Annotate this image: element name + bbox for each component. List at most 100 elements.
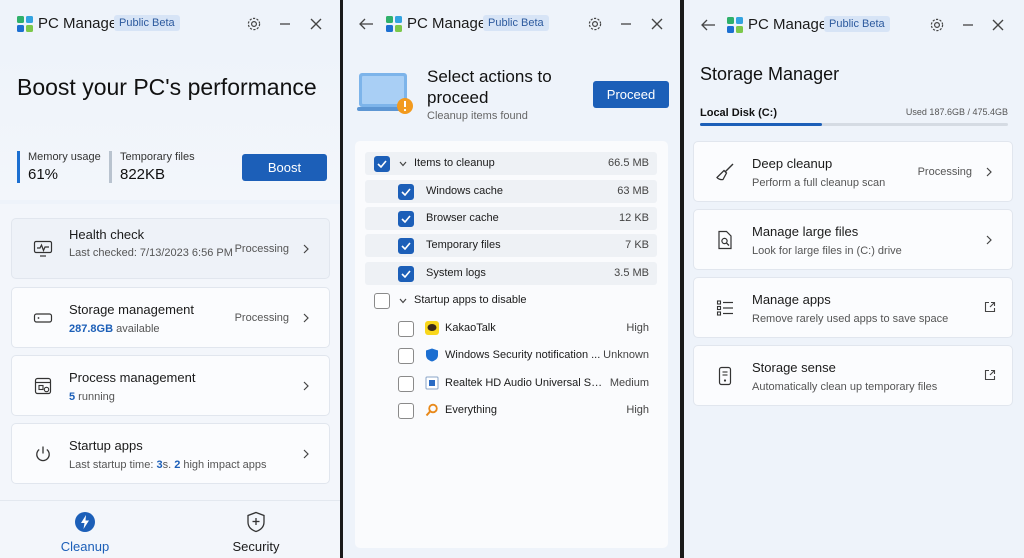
item-label: Browser cache: [426, 212, 499, 224]
list-item-browser-cache[interactable]: Browser cache 12 KB: [365, 207, 657, 230]
item-size: 63 MB: [617, 185, 649, 197]
page-title: Storage Manager: [700, 64, 840, 84]
checkbox-unchecked-icon[interactable]: [398, 321, 414, 337]
checkbox-checked-icon[interactable]: [398, 238, 414, 254]
item-label: Everything: [445, 404, 497, 416]
temporary-files-value: 822KB: [120, 166, 166, 183]
item-impact: High: [626, 404, 649, 416]
close-icon[interactable]: [305, 13, 327, 35]
settings-gear-icon[interactable]: [926, 14, 948, 36]
item-impact: Unknown: [603, 349, 649, 361]
health-check-status: Processing: [234, 243, 289, 255]
cleanup-list-panel: Items to cleanup 66.5 MB Windows cache 6…: [355, 141, 668, 548]
broom-icon: [714, 161, 736, 183]
storage-sense-subtitle: Automatically clean up temporary files: [752, 381, 938, 393]
app-title: PC Manager: [38, 15, 123, 32]
nav-security[interactable]: Security: [211, 511, 301, 554]
item-label: KakaoTalk: [445, 322, 496, 334]
back-arrow-icon[interactable]: [697, 14, 719, 36]
manage-apps-card[interactable]: Manage apps Remove rarely used apps to s…: [693, 277, 1013, 338]
pc-manager-logo-icon: [727, 17, 743, 33]
laptop-warning-icon: [357, 73, 413, 114]
checkbox-checked-icon[interactable]: [398, 266, 414, 282]
deep-cleanup-status: Processing: [917, 166, 972, 178]
list-item-everything[interactable]: Everything High: [365, 399, 657, 422]
checkbox-unchecked-icon[interactable]: [374, 293, 390, 309]
nav-security-label: Security: [232, 539, 280, 554]
settings-gear-icon[interactable]: [584, 13, 606, 35]
app-title: PC Manager: [748, 16, 833, 33]
storage-management-card[interactable]: Storage management 287.8GB available Pro…: [11, 287, 330, 348]
storage-sense-title: Storage sense: [752, 360, 836, 375]
chevron-right-icon: [301, 447, 311, 461]
checkbox-unchecked-icon[interactable]: [398, 403, 414, 419]
checkbox-checked-icon[interactable]: [398, 184, 414, 200]
deep-cleanup-card[interactable]: Deep cleanup Perform a full cleanup scan…: [693, 141, 1013, 202]
nav-cleanup[interactable]: Cleanup: [40, 511, 130, 554]
external-link-icon: [984, 301, 996, 313]
startup-apps-card[interactable]: Startup apps Last startup time: 3s. 2 hi…: [11, 423, 330, 484]
list-item-kakaotalk[interactable]: KakaoTalk High: [365, 317, 657, 340]
proceed-button[interactable]: Proceed: [593, 81, 669, 108]
list-item-windows-security[interactable]: Windows Security notification ... Unknow…: [365, 344, 657, 367]
chevron-down-icon[interactable]: [398, 296, 408, 306]
kakaotalk-icon: [425, 321, 439, 335]
close-icon[interactable]: [646, 13, 668, 35]
chevron-right-icon: [301, 242, 311, 256]
bottom-navigation: Cleanup Security: [0, 500, 340, 558]
checkbox-unchecked-icon[interactable]: [398, 376, 414, 392]
chevron-right-icon: [301, 311, 311, 325]
minimize-icon[interactable]: [957, 14, 979, 36]
storage-drive-icon: [32, 307, 54, 329]
power-icon: [32, 443, 54, 465]
item-label: Windows cache: [426, 185, 504, 197]
startup-time-unit: s.: [162, 459, 175, 471]
title-bar: PC Manager Public Beta: [0, 0, 340, 48]
health-check-card[interactable]: Health check Last checked: 7/13/2023 6:5…: [11, 218, 330, 279]
minimize-icon[interactable]: [615, 13, 637, 35]
checkbox-unchecked-icon[interactable]: [398, 348, 414, 364]
boost-button[interactable]: Boost: [242, 154, 327, 181]
checkbox-checked-icon[interactable]: [374, 156, 390, 172]
group-startup-apps[interactable]: Startup apps to disable: [365, 289, 657, 312]
storage-window: PC Manager Public Beta Storage Manager L…: [684, 0, 1024, 558]
group-items-to-cleanup[interactable]: Items to cleanup 66.5 MB: [365, 152, 657, 175]
back-arrow-icon[interactable]: [355, 13, 377, 35]
list-item-temporary-files[interactable]: Temporary files 7 KB: [365, 234, 657, 257]
group-label: Items to cleanup: [414, 157, 495, 169]
group-label: Startup apps to disable: [414, 294, 527, 306]
storage-available-value: 287.8GB: [69, 323, 114, 335]
chevron-down-icon[interactable]: [398, 159, 408, 169]
list-item-realtek-audio[interactable]: Realtek HD Audio Universal Se... Medium: [365, 372, 657, 395]
list-item-system-logs[interactable]: System logs 3.5 MB: [365, 262, 657, 285]
disk-usage-bar: [700, 123, 1008, 126]
process-management-card[interactable]: Process management 5 running: [11, 355, 330, 416]
process-running-suffix: running: [75, 391, 115, 403]
manage-apps-title: Manage apps: [752, 292, 831, 307]
temporary-files-stat: Temporary files 822KB: [109, 151, 195, 183]
close-icon[interactable]: [987, 14, 1009, 36]
pc-manager-logo-icon: [17, 16, 33, 32]
minimize-icon[interactable]: [274, 13, 296, 35]
beta-badge: Public Beta: [483, 15, 549, 31]
title-bar: PC Manager Public Beta: [684, 0, 1024, 48]
storage-available-suffix: available: [113, 323, 160, 335]
manage-large-files-card[interactable]: Manage large files Look for large files …: [693, 209, 1013, 270]
manage-apps-subtitle: Remove rarely used apps to save space: [752, 313, 949, 325]
health-check-subtitle: Last checked: 7/13/2023 6:56 PM: [69, 247, 233, 259]
cleanup-window: PC Manager Public Beta Select actions to…: [343, 0, 680, 558]
beta-badge: Public Beta: [824, 16, 890, 32]
startup-time-prefix: Last startup time:: [69, 459, 157, 471]
pc-manager-logo-icon: [386, 16, 402, 32]
storage-sense-icon: [714, 365, 736, 387]
checkbox-checked-icon[interactable]: [398, 211, 414, 227]
lightning-icon: [74, 511, 96, 533]
storage-sense-card[interactable]: Storage sense Automatically clean up tem…: [693, 345, 1013, 406]
deep-cleanup-subtitle: Perform a full cleanup scan: [752, 177, 886, 189]
settings-gear-icon[interactable]: [243, 13, 265, 35]
file-search-icon: [714, 229, 736, 251]
list-item-windows-cache[interactable]: Windows cache 63 MB: [365, 180, 657, 203]
cleanup-subtitle: Cleanup items found: [427, 110, 528, 122]
home-window: PC Manager Public Beta Boost your PC's p…: [0, 0, 340, 558]
app-list-icon: [714, 297, 736, 319]
